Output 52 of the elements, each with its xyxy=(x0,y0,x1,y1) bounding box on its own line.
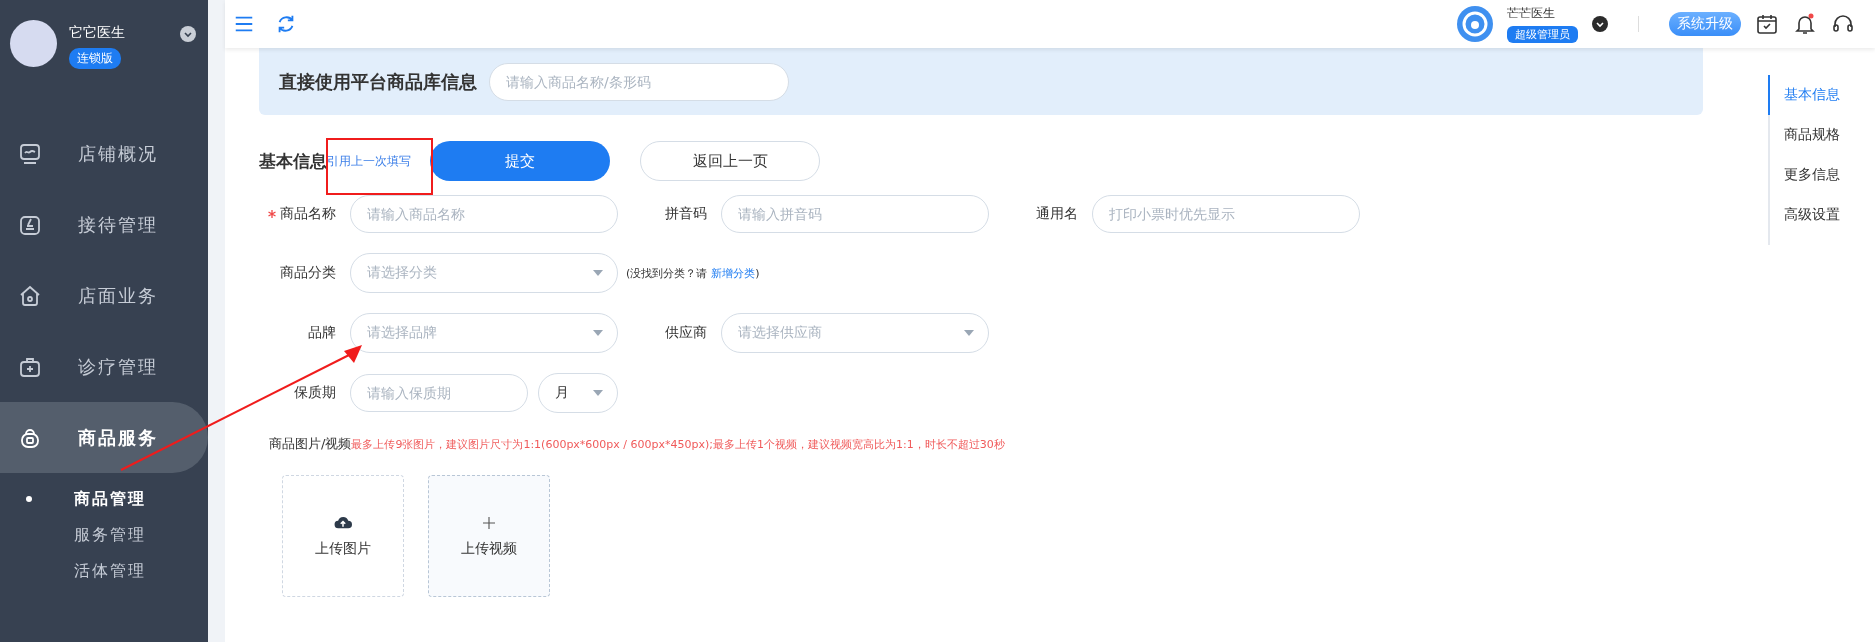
back-button[interactable]: 返回上一页 xyxy=(640,141,820,181)
field-label: 商品分类 xyxy=(280,264,336,282)
chevron-down-icon[interactable] xyxy=(1592,16,1608,32)
field-label: 保质期 xyxy=(294,384,336,402)
upload-button[interactable]: 上传视频 xyxy=(428,475,550,597)
chevron-down-icon[interactable] xyxy=(180,26,196,42)
submenu-item[interactable]: 活体管理 xyxy=(0,553,208,589)
anchor-nav-item[interactable]: 基本信息 xyxy=(1768,75,1875,115)
sidebar-item[interactable]: 接待管理 xyxy=(0,189,208,260)
org-name: 它它医生 xyxy=(69,24,125,42)
field-label: 通用名 xyxy=(1036,205,1078,223)
hint-text: ) xyxy=(755,266,760,280)
field-label: 拼音码 xyxy=(665,205,707,223)
avatar-icon xyxy=(10,20,57,67)
reuse-link[interactable]: 引用上一次填写 xyxy=(327,152,422,170)
search-field[interactable]: 请输入商品名称/条形码 xyxy=(489,62,789,101)
sidebar-item[interactable]: 诊疗管理 xyxy=(0,331,208,402)
text-field[interactable]: 打印小票时优先显示 xyxy=(1092,195,1360,233)
submenu-item[interactable]: 商品管理 xyxy=(0,481,208,517)
sidebar-item[interactable]: 店铺概况 xyxy=(0,118,208,189)
media-note: 最多上传9张图片，建议图片尺寸为1:1(600px*600px / 600px*450px);最多上传1个视频，建议视频宽高比为1:1，时长不超过30秒 xyxy=(351,438,1005,452)
text-field[interactable]: 请输入拼音码 xyxy=(721,195,989,233)
field-label: 供应商 xyxy=(665,324,707,342)
user-name: 芒芒医生 xyxy=(1507,5,1555,22)
lookup-title: 直接使用平台商品库信息 xyxy=(279,69,477,94)
anchor-nav-item[interactable]: 商品规格 xyxy=(1768,115,1875,155)
dropdown-caret-icon xyxy=(964,330,974,336)
user-avatar-icon xyxy=(1457,6,1493,42)
hint-text: (没找到分类？请 xyxy=(626,265,708,281)
role-badge: 超级管理员 xyxy=(1507,26,1578,43)
calendar-icon[interactable] xyxy=(1755,12,1779,36)
upload-button[interactable]: 上传图片 xyxy=(282,475,404,597)
edition-badge: 连锁版 xyxy=(69,48,121,69)
unit-select[interactable]: 月 xyxy=(538,373,618,413)
dropdown-caret-icon xyxy=(593,330,603,336)
add-category-link[interactable]: 新增分类 xyxy=(711,265,756,281)
submit-button[interactable]: 提交 xyxy=(430,141,610,181)
dropdown-caret-icon xyxy=(593,270,603,276)
sidebar-item[interactable]: 商品服务 xyxy=(0,402,208,473)
anchor-nav-item[interactable]: 更多信息 xyxy=(1768,155,1875,195)
sidebar-item[interactable]: 店面业务 xyxy=(0,260,208,331)
text-field[interactable]: 请输入商品名称 xyxy=(350,195,618,233)
submenu-item[interactable]: 服务管理 xyxy=(0,517,208,553)
plus-icon xyxy=(480,514,498,532)
media-label: 商品图片/视频 xyxy=(269,435,352,453)
field-label: 商品名称 xyxy=(280,205,336,223)
field-label: 品牌 xyxy=(308,324,336,342)
text-field[interactable]: 请输入保质期 xyxy=(350,374,528,412)
section-title: 基本信息 xyxy=(259,149,327,173)
anchor-nav-item[interactable]: 高级设置 xyxy=(1768,195,1875,235)
bell-icon[interactable] xyxy=(1793,12,1817,36)
dropdown-caret-icon xyxy=(593,390,603,396)
